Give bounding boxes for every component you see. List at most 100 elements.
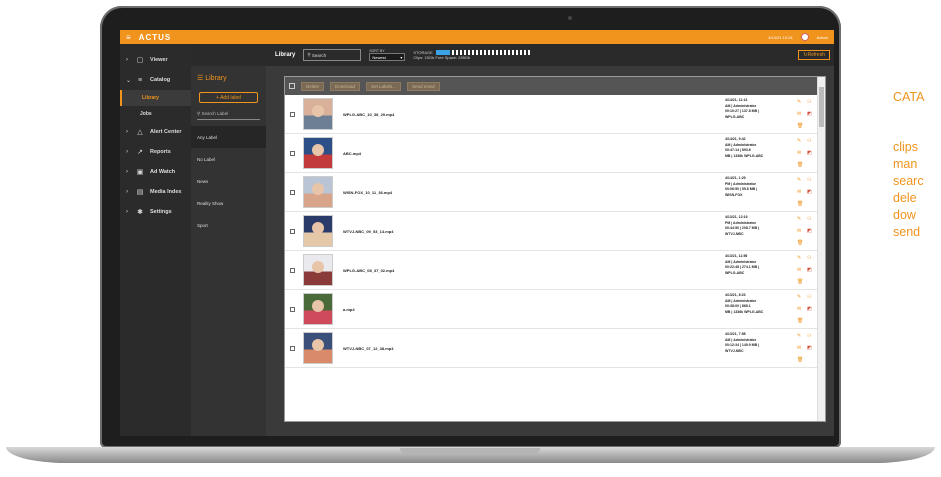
sort-select[interactable]: Newest ▾ [369,53,406,61]
row-actions: ✎ ⚇ ✉ ◩ 🗑 [795,333,815,365]
tag-icon[interactable]: ◩ [807,345,812,351]
email-icon[interactable]: ✉ [797,150,801,156]
delete-icon[interactable]: 🗑 [797,357,803,363]
clip-filename[interactable]: ABC.mp4 [343,151,361,156]
delete-icon[interactable]: 🗑 [797,279,803,285]
send-email-button[interactable]: Send email [407,81,440,91]
label-item[interactable]: News [191,170,266,192]
row-checkbox[interactable] [290,189,295,195]
clip-thumbnail[interactable] [303,332,333,364]
row-checkbox[interactable] [290,150,295,156]
search-input[interactable]: ⚲ Search [303,49,362,61]
sidebar-item-media-index[interactable]: › ▤ Media Index [120,182,191,202]
label-item[interactable]: No Label [191,148,266,170]
clip-thumbnail[interactable] [303,254,333,286]
search-placeholder: Search [311,52,327,58]
meta-line: WTVJ-NBC [725,231,744,236]
share-icon[interactable]: ⚇ [807,294,811,300]
sort-control: SORT BY Newest ▾ [369,49,406,61]
delete-icon[interactable]: 🗑 [797,123,803,129]
clip-thumbnail[interactable] [303,176,333,208]
table-row[interactable]: a.mp4 4/13/21, 8:23 AM | Administrator 00:… [285,290,825,329]
edit-icon[interactable]: ✎ [797,294,801,300]
clip-filename[interactable]: a.mp4 [343,307,355,312]
delete-icon[interactable]: 🗑 [797,240,803,246]
clip-filename[interactable]: WPLG-ABC_08_37_02.mp4 [343,268,394,273]
email-icon[interactable]: ✉ [797,189,801,195]
delete-button[interactable]: Delete [301,81,325,91]
sidebar-item-settings[interactable]: › ✱ Settings [120,202,191,222]
email-icon[interactable]: ✉ [797,345,801,351]
clip-thumbnail[interactable] [303,215,333,247]
tag-icon[interactable]: ◩ [807,150,812,156]
share-icon[interactable]: ⚇ [807,177,811,183]
row-checkbox[interactable] [290,111,295,117]
sidebar-item-reports[interactable]: › ↗ Reports [120,142,191,162]
edit-icon[interactable]: ✎ [797,177,801,183]
clip-meta: 4/13/21, 7:58 AM | Administrator 00:12:34 … [725,332,759,354]
user-avatar-icon[interactable] [800,33,809,41]
edit-icon[interactable]: ✎ [797,138,801,144]
table-row[interactable]: WTVJ-NBC_07_12_38.mp4 4/13/21, 7:58 AM | … [285,329,825,368]
share-icon[interactable]: ⚇ [807,333,811,339]
tag-icon[interactable]: ◩ [807,189,812,195]
laptop-notch [400,448,540,454]
label-item[interactable]: Sport [191,214,266,236]
clip-filename[interactable]: WPLG-ABC_10_38_29.mp4 [343,112,394,117]
table-row[interactable]: WPLG-ABC_08_37_02.mp4 4/13/21, 11:56 AM |… [285,251,825,290]
sidebar-item-catalog[interactable]: ⌄ ≡ Catalog [120,70,191,90]
table-row[interactable]: WTVJ-NBC_09_53_14.mp4 4/13/21, 12:16 PM |… [285,212,825,251]
tag-icon[interactable]: ◩ [807,228,812,234]
clip-thumbnail[interactable] [303,293,333,325]
label-item[interactable]: Reality Show [191,192,266,214]
refresh-button[interactable]: ↻ Refresh [798,50,830,60]
email-icon[interactable]: ✉ [797,306,801,312]
sidebar-item-viewer[interactable]: › ▢ Viewer [120,50,191,70]
table-row[interactable]: ABC.mp4 4/14/21, 9:42 AM | Administrator 0… [285,134,825,173]
edit-icon[interactable]: ✎ [797,333,801,339]
delete-icon[interactable]: 🗑 [797,201,803,207]
sidebar-subitem-library[interactable]: Library [120,90,191,106]
hamburger-menu-icon[interactable]: ≡ [126,33,131,42]
clip-thumbnail[interactable] [303,137,333,169]
scrollbar-thumb[interactable] [819,87,824,127]
delete-icon[interactable]: 🗑 [797,318,803,324]
email-icon[interactable]: ✉ [797,111,801,117]
select-all-checkbox[interactable] [289,83,295,89]
row-checkbox[interactable] [290,228,295,234]
set-labels-button[interactable]: Set Labels... [366,81,402,91]
clip-thumbnail[interactable] [303,98,333,130]
clip-filename[interactable]: WTVJ-NBC_07_12_38.mp4 [343,346,393,351]
clip-filename[interactable]: WISN-FOX_10_11_36.mp4 [343,190,392,195]
share-icon[interactable]: ⚇ [807,216,811,222]
viewer-icon: ▢ [136,57,144,64]
sidebar-subitem-jobs[interactable]: Jobs [120,106,191,122]
edit-icon[interactable]: ✎ [797,99,801,105]
sidebar-item-alert-center[interactable]: › △ Alert Center [120,122,191,142]
edit-icon[interactable]: ✎ [797,255,801,261]
table-row[interactable]: WISN-FOX_10_11_36.mp4 4/14/21, 1:29 PM | … [285,173,825,212]
share-icon[interactable]: ⚇ [807,255,811,261]
label-item[interactable]: Any Label [191,126,266,148]
user-name[interactable]: Admin [817,35,828,40]
label-search-input[interactable]: ⚲ Search Label [197,111,260,120]
scrollbar[interactable] [817,77,825,421]
row-checkbox[interactable] [290,267,295,273]
delete-icon[interactable]: 🗑 [797,162,803,168]
tag-icon[interactable]: ◩ [807,267,812,273]
row-checkbox[interactable] [290,306,295,312]
clip-filename[interactable]: WTVJ-NBC_09_53_14.mp4 [343,229,393,234]
row-checkbox[interactable] [290,345,295,351]
tag-icon[interactable]: ◩ [807,111,812,117]
table-row[interactable]: WPLG-ABC_10_38_29.mp4 4/14/21, 11:13 AM |… [285,95,825,134]
edit-icon[interactable]: ✎ [797,216,801,222]
email-icon[interactable]: ✉ [797,228,801,234]
presenter-face [312,183,324,195]
tag-icon[interactable]: ◩ [807,306,812,312]
sidebar-item-ad-watch[interactable]: › ▣ Ad Watch [120,162,191,182]
add-label-button[interactable]: + Add label [199,92,258,103]
share-icon[interactable]: ⚇ [807,138,811,144]
share-icon[interactable]: ⚇ [807,99,811,105]
download-button[interactable]: Download [330,81,361,91]
email-icon[interactable]: ✉ [797,267,801,273]
